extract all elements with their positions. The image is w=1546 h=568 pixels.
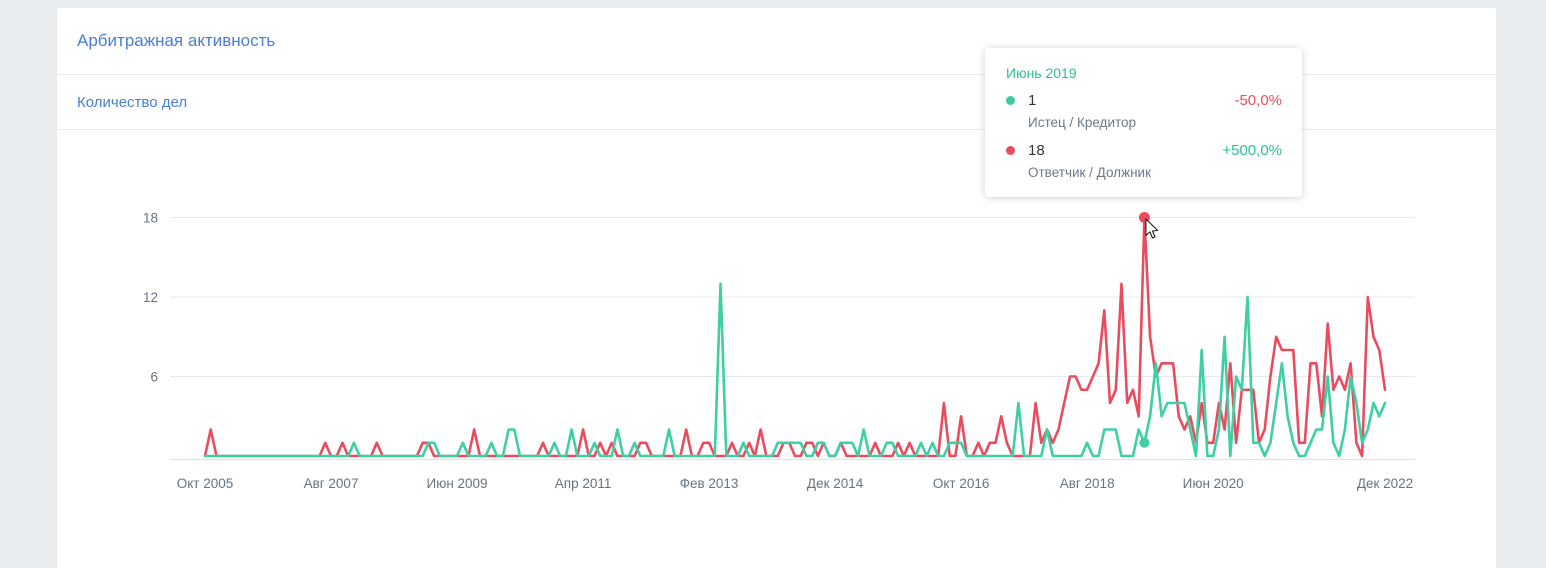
plaintiff-series-dot <box>1006 96 1015 105</box>
defendant-label: Ответчик / Должник <box>1028 165 1151 180</box>
defendant-series-dot <box>1006 146 1015 155</box>
plaintiff-label: Истец / Кредитор <box>1028 115 1137 130</box>
tooltip-month-title: Июнь 2019 <box>1006 65 1077 81</box>
defendant-value: 18 <box>1028 142 1045 159</box>
tooltip-row-defendant: 18 Ответчик / Должник +500,0% <box>1005 141 1282 181</box>
chart-tooltip: Июнь 2019 1 Истец / Кредитор -50,0% 18 О… <box>985 48 1302 197</box>
chart-section-title-link[interactable]: Количество дел <box>77 94 187 111</box>
defendant-change-percent: +500,0% <box>1222 142 1282 159</box>
page: { "card": { "title": "Арбитражная активн… <box>0 0 1546 568</box>
plaintiff-value: 1 <box>1028 92 1037 109</box>
plaintiff-change-percent: -50,0% <box>1234 92 1282 109</box>
tooltip-row-plaintiff: 1 Истец / Кредитор -50,0% <box>1005 91 1282 131</box>
card-title-link[interactable]: Арбитражная активность <box>77 31 275 51</box>
